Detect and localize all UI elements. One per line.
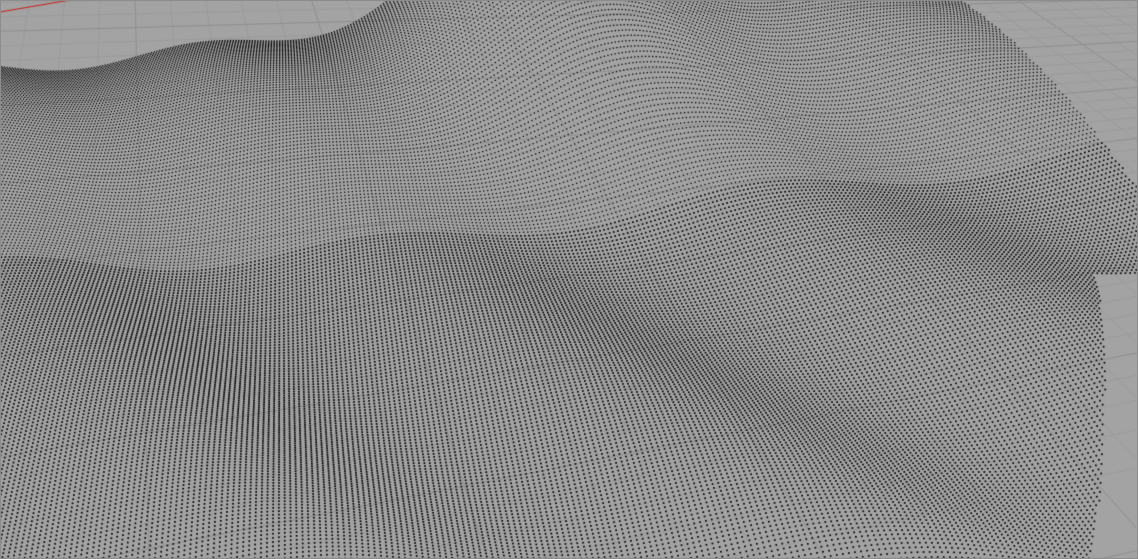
3d-viewport[interactable] [0,0,1138,559]
point-cloud-render[interactable] [0,0,1138,559]
